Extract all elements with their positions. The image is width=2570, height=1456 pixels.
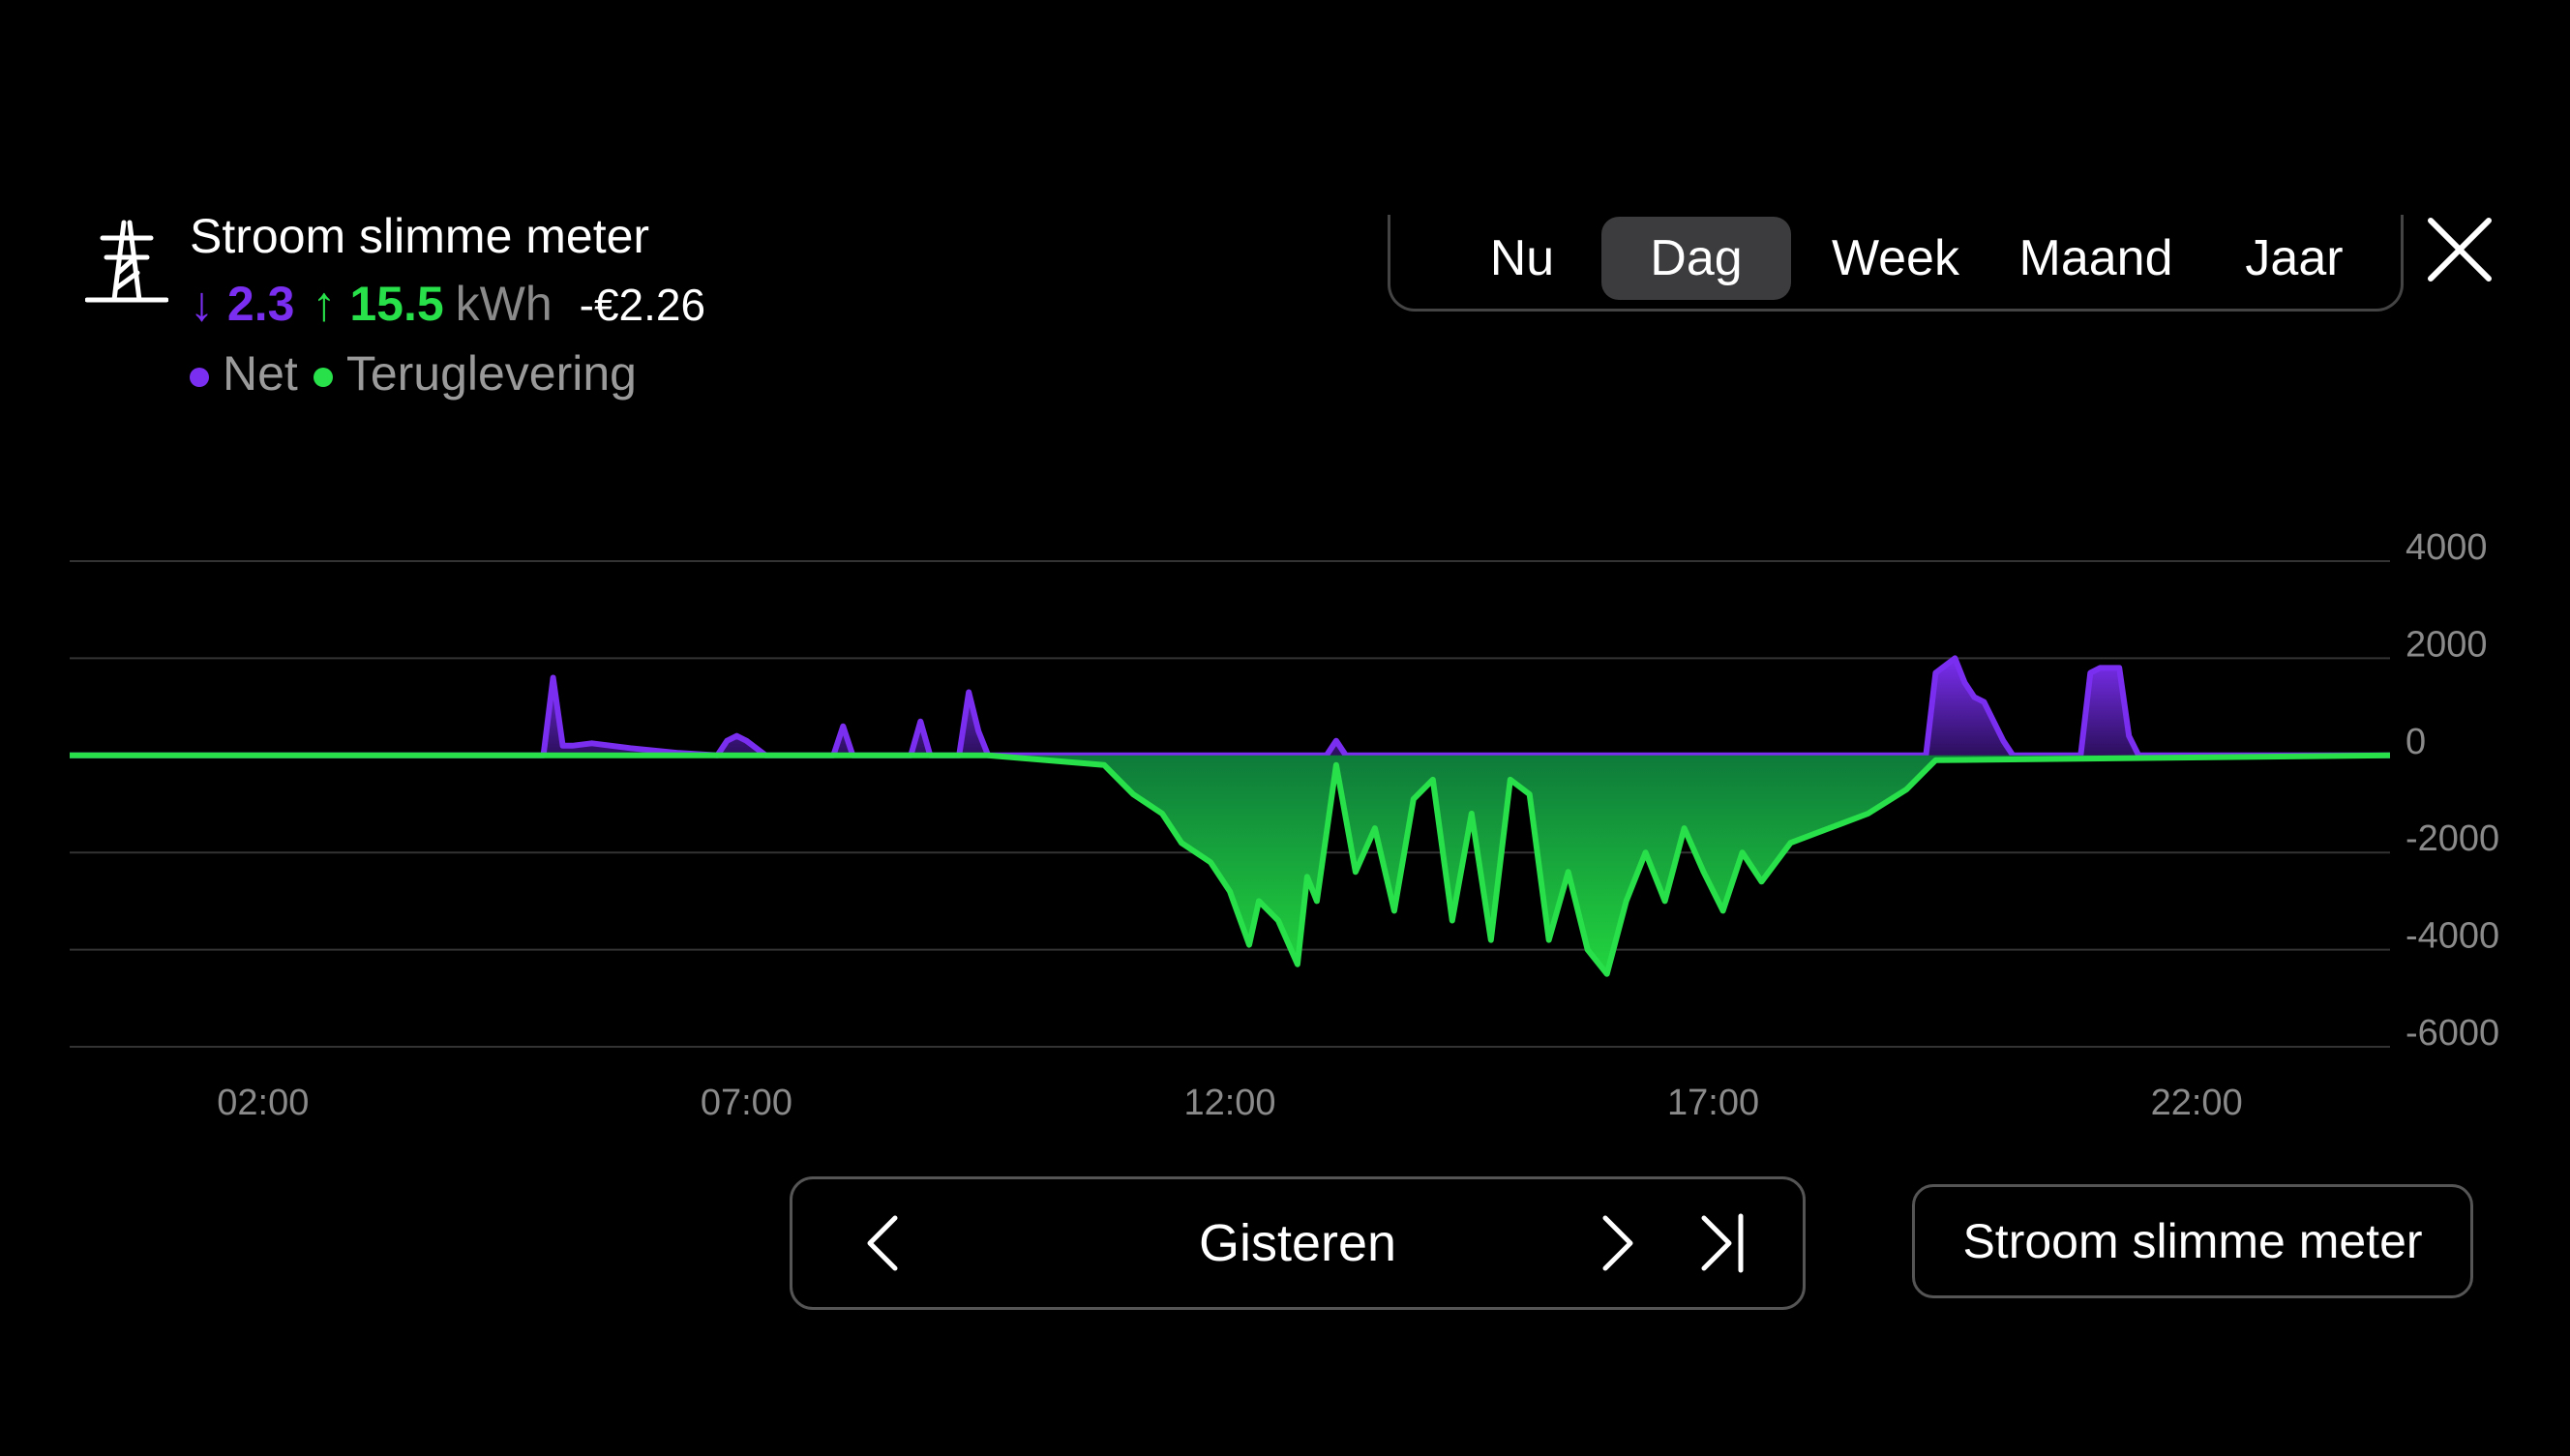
source-select-button[interactable]: Stroom slimme meter bbox=[1912, 1184, 2473, 1298]
legend-net-label: Net bbox=[223, 346, 298, 401]
y-tick-label: -2000 bbox=[2406, 818, 2499, 859]
energy-chart: 4000 2000 0 -2000 -4000 -6000 02:00 07:00 12:00… bbox=[70, 527, 2499, 1123]
export-value: ↑ 15.5 bbox=[312, 277, 444, 331]
legend-net-dot bbox=[190, 367, 209, 387]
unit-label: kWh bbox=[455, 277, 553, 331]
y-tick-label: 2000 bbox=[2406, 624, 2488, 665]
series-net-line bbox=[70, 655, 2390, 758]
x-tick-label: 12:00 bbox=[1183, 1083, 1275, 1123]
legend-export-dot bbox=[313, 367, 333, 387]
import-value: ↓ 2.3 bbox=[190, 277, 295, 331]
power-pylon-icon bbox=[85, 220, 168, 303]
date-navigation: Gisteren bbox=[790, 1176, 1806, 1310]
x-tick-label: 22:00 bbox=[2151, 1083, 2243, 1123]
x-tick-label: 17:00 bbox=[1667, 1083, 1759, 1123]
date-label: Gisteren bbox=[1198, 1214, 1397, 1272]
chart-legend: Net Teruglevering bbox=[190, 342, 637, 404]
energy-stats: ↓ 2.3 ↑ 15.5 kWh -€2.26 bbox=[190, 273, 705, 336]
skip-to-end-icon[interactable] bbox=[1692, 1212, 1754, 1274]
x-tick-label: 07:00 bbox=[701, 1083, 792, 1123]
chevron-right-icon[interactable] bbox=[1584, 1212, 1646, 1274]
page-title: Stroom slimme meter bbox=[190, 209, 650, 263]
tab-week[interactable]: Week bbox=[1801, 217, 1990, 300]
period-tabs: Nu Dag Week Maand Jaar bbox=[1388, 215, 2404, 312]
legend-export-label: Teruglevering bbox=[345, 346, 637, 401]
x-tick-label: 02:00 bbox=[217, 1083, 309, 1123]
y-tick-label: 4000 bbox=[2406, 527, 2488, 568]
tab-maand[interactable]: Maand bbox=[1994, 217, 2197, 300]
tab-dag[interactable]: Dag bbox=[1601, 217, 1791, 300]
series-net-area bbox=[70, 658, 2390, 756]
tab-jaar[interactable]: Jaar bbox=[2199, 217, 2389, 300]
series-export-area bbox=[70, 755, 2390, 974]
cost-value: -€2.26 bbox=[579, 280, 706, 330]
y-tick-label: -6000 bbox=[2406, 1013, 2499, 1054]
tab-nu[interactable]: Nu bbox=[1431, 217, 1613, 300]
y-tick-label: -4000 bbox=[2406, 916, 2499, 957]
y-tick-label: 0 bbox=[2406, 722, 2426, 762]
close-icon[interactable] bbox=[2425, 215, 2495, 284]
